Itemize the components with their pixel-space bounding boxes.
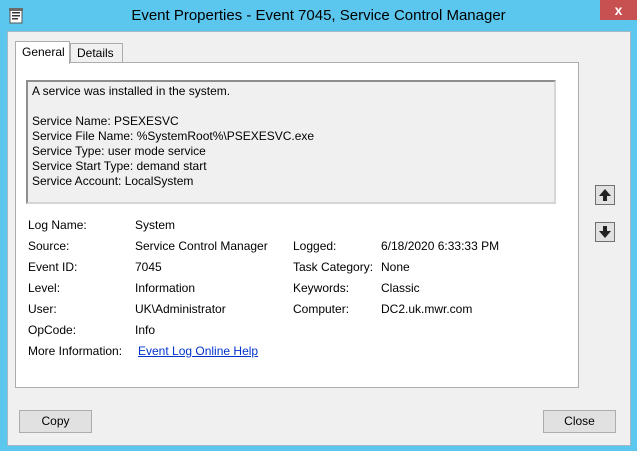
user-value: UK\Administrator bbox=[135, 302, 226, 316]
event-id-value: 7045 bbox=[135, 260, 162, 274]
keywords-label: Keywords: bbox=[293, 281, 350, 295]
more-information-label: More Information: bbox=[28, 344, 123, 358]
tab-general[interactable]: General bbox=[15, 41, 70, 64]
task-category-value: None bbox=[381, 260, 410, 274]
opcode-label: OpCode: bbox=[28, 323, 77, 337]
tab-details[interactable]: Details bbox=[70, 43, 123, 62]
close-window-button[interactable]: x bbox=[600, 0, 637, 20]
description-line: Service Name: PSEXESVC bbox=[32, 114, 179, 128]
copy-button[interactable]: Copy bbox=[19, 410, 92, 433]
title-bar[interactable]: Event Properties - Event 7045, Service C… bbox=[0, 0, 637, 31]
opcode-value: Info bbox=[135, 323, 156, 337]
event-properties-window: Event Properties - Event 7045, Service C… bbox=[0, 0, 637, 451]
description-line: Service Start Type: demand start bbox=[32, 159, 207, 173]
general-tab-panel: A service was installed in the system. S… bbox=[15, 62, 579, 388]
arrow-down-icon bbox=[596, 223, 614, 241]
logged-label: Logged: bbox=[293, 239, 337, 253]
user-label: User: bbox=[28, 302, 57, 316]
previous-event-button[interactable] bbox=[595, 185, 615, 205]
description-line: A service was installed in the system. bbox=[32, 84, 231, 98]
level-label: Level: bbox=[28, 281, 61, 295]
window-title: Event Properties - Event 7045, Service C… bbox=[131, 7, 506, 24]
task-category-label: Task Category: bbox=[293, 260, 374, 274]
description-line: Service Type: user mode service bbox=[32, 144, 206, 158]
description-line: Service File Name: %SystemRoot%\PSEXESVC… bbox=[32, 129, 315, 143]
computer-value: DC2.uk.mwr.com bbox=[381, 302, 473, 316]
dialog-client-area: General Details A service was installed … bbox=[7, 31, 631, 446]
next-event-button[interactable] bbox=[595, 222, 615, 242]
event-log-online-help-link[interactable]: Event Log Online Help bbox=[138, 344, 258, 358]
close-button[interactable]: Close bbox=[543, 410, 616, 433]
arrow-up-icon bbox=[596, 186, 614, 204]
keywords-value: Classic bbox=[381, 281, 420, 295]
event-description-box[interactable]: A service was installed in the system. S… bbox=[26, 80, 556, 204]
log-name-label: Log Name: bbox=[28, 218, 87, 232]
level-value: Information bbox=[135, 281, 196, 295]
event-id-label: Event ID: bbox=[28, 260, 78, 274]
computer-label: Computer: bbox=[293, 302, 350, 316]
logged-value: 6/18/2020 6:33:33 PM bbox=[381, 239, 500, 253]
source-label: Source: bbox=[28, 239, 70, 253]
description-line: Service Account: LocalSystem bbox=[32, 174, 194, 188]
source-value: Service Control Manager bbox=[135, 239, 268, 253]
log-name-value: System bbox=[135, 218, 176, 232]
